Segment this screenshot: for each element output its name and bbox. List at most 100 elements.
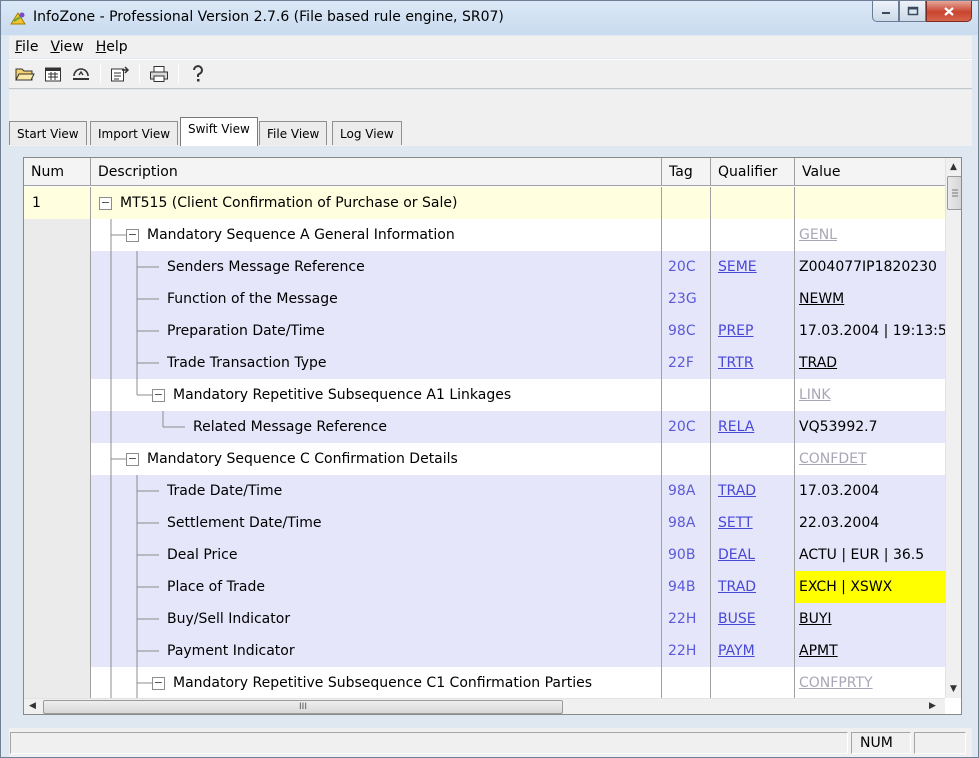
qualifier-link[interactable]: TRTR — [718, 355, 754, 371]
horizontal-scrollbar[interactable]: ◀ III ▶ — [24, 698, 945, 714]
row-value-cell[interactable] — [795, 187, 945, 219]
collapse-toggle-icon[interactable]: − — [99, 197, 112, 210]
maximize-button[interactable] — [899, 1, 926, 22]
scroll-down-arrow-icon[interactable]: ▼ — [950, 684, 957, 694]
table-row[interactable]: Payment Indicator 22H PAYM APMT — [24, 635, 945, 667]
row-value-cell[interactable]: Z004077IP1820230 — [795, 251, 945, 283]
row-description-text: Trade Transaction Type — [167, 355, 327, 371]
row-value-text: ACTU | EUR | 36.5 — [799, 547, 925, 563]
row-num-cell — [24, 667, 91, 699]
qualifier-link[interactable]: TRAD — [718, 579, 756, 595]
row-value-cell[interactable]: LINK — [795, 379, 945, 411]
title-bar[interactable]: InfoZone - Professional Version 2.7.6 (F… — [1, 1, 978, 35]
table-row[interactable]: 1− MT515 (Client Confirmation of Purchase… — [24, 187, 945, 219]
qualifier-link[interactable]: SETT — [718, 515, 753, 531]
qualifier-link[interactable]: DEAL — [718, 547, 755, 563]
row-value-cell[interactable]: 17.03.2004 | 19:13:55 — [795, 315, 945, 347]
table-row[interactable]: Trade Date/Time 98A TRAD 17.03.2004 — [24, 475, 945, 507]
print-icon[interactable] — [148, 63, 170, 85]
row-value-cell[interactable]: GENL — [795, 219, 945, 251]
tab-log-view[interactable]: Log View — [332, 121, 402, 145]
collapse-toggle-icon[interactable]: − — [126, 453, 139, 466]
row-description-cell: − MT515 (Client Confirmation of Purchase … — [91, 187, 662, 219]
menu-file[interactable]: File — [11, 39, 46, 55]
column-header-num[interactable]: Num — [24, 158, 91, 186]
row-value-cell[interactable]: VQ53992.7 — [795, 411, 945, 443]
table-row[interactable]: Place of Trade 94B TRAD EXCH | XSWX — [24, 571, 945, 603]
row-description-text: Place of Trade — [167, 579, 265, 595]
row-value-cell[interactable]: TRAD — [795, 347, 945, 379]
open-folder-icon[interactable] — [14, 63, 36, 85]
qualifier-link[interactable]: SEME — [718, 259, 757, 275]
row-qualifier-cell: SEME — [711, 251, 795, 283]
tab-file-view[interactable]: File View — [259, 121, 328, 145]
export-icon[interactable] — [109, 63, 131, 85]
table-row[interactable]: − Mandatory Repetitive Subsequence C1 Con… — [24, 667, 945, 699]
table-row[interactable]: − Mandatory Repetitive Subsequence A1 Lin… — [24, 379, 945, 411]
row-num-cell — [24, 571, 91, 603]
connect-icon[interactable] — [70, 63, 92, 85]
scroll-up-arrow-icon[interactable]: ▲ — [950, 162, 957, 172]
qualifier-link[interactable]: BUSE — [718, 611, 756, 627]
column-header-qualifier[interactable]: Qualifier — [711, 158, 795, 186]
row-value-cell[interactable]: CONFPRTY — [795, 667, 945, 699]
row-description-cell: Trade Date/Time — [91, 475, 662, 507]
table-row[interactable]: Senders Message Reference 20C SEME Z004077I… — [24, 251, 945, 283]
grid-header: Num Description Tag Qualifier Value — [24, 158, 945, 186]
row-tag-cell: 94B — [662, 571, 711, 603]
minimize-button[interactable] — [872, 1, 899, 22]
collapse-toggle-icon[interactable]: − — [152, 677, 165, 690]
help-icon[interactable] — [187, 63, 209, 85]
table-row[interactable]: − Mandatory Sequence A General Informatio… — [24, 219, 945, 251]
close-button[interactable] — [926, 1, 972, 22]
qualifier-link[interactable]: PAYM — [718, 643, 755, 659]
calendar-icon[interactable] — [42, 63, 64, 85]
row-value-cell[interactable]: CONFDET — [795, 443, 945, 475]
tab-swift-view[interactable]: Swift View — [180, 117, 258, 146]
vertical-scrollbar[interactable]: ▲ ▼ — [945, 158, 961, 698]
scroll-right-arrow-icon[interactable]: ▶ — [929, 701, 936, 711]
horizontal-scroll-thumb[interactable]: III — [43, 700, 563, 714]
row-value-text: EXCH | XSWX — [799, 579, 893, 595]
menu-help[interactable]: Help — [92, 39, 136, 55]
row-qualifier-cell: PREP — [711, 315, 795, 347]
row-value-cell[interactable]: ACTU | EUR | 36.5 — [795, 539, 945, 571]
column-header-tag[interactable]: Tag — [662, 158, 711, 186]
row-tag-cell: 22H — [662, 603, 711, 635]
table-row[interactable]: Preparation Date/Time 98C PREP 17.03.2004 |… — [24, 315, 945, 347]
row-num-cell — [24, 475, 91, 507]
tab-start-view[interactable]: Start View — [9, 121, 87, 145]
row-value-cell[interactable]: 22.03.2004 — [795, 507, 945, 539]
row-qualifier-cell: BUSE — [711, 603, 795, 635]
row-description-text: Payment Indicator — [167, 643, 295, 659]
row-value-cell[interactable]: APMT — [795, 635, 945, 667]
row-num-cell — [24, 219, 91, 251]
column-header-value[interactable]: Value — [795, 158, 945, 186]
column-header-description[interactable]: Description — [91, 158, 662, 186]
row-description-cell: Settlement Date/Time — [91, 507, 662, 539]
table-row[interactable]: Related Message Reference 20C RELA VQ53992.… — [24, 411, 945, 443]
menu-view[interactable]: View — [46, 39, 91, 55]
tab-import-view[interactable]: Import View — [90, 121, 179, 145]
row-description-cell: − Mandatory Repetitive Subsequence A1 Lin… — [91, 379, 662, 411]
qualifier-link[interactable]: TRAD — [718, 483, 756, 499]
row-value-cell[interactable]: BUYI — [795, 603, 945, 635]
row-value-cell[interactable]: NEWM — [795, 283, 945, 315]
qualifier-link[interactable]: PREP — [718, 323, 753, 339]
table-row[interactable]: Buy/Sell Indicator 22H BUSE BUYI — [24, 603, 945, 635]
table-row[interactable]: Function of the Message 23G NEWM — [24, 283, 945, 315]
scroll-left-arrow-icon[interactable]: ◀ — [29, 701, 36, 711]
row-value-cell[interactable]: 17.03.2004 — [795, 475, 945, 507]
row-value-cell[interactable]: EXCH | XSWX — [795, 571, 945, 603]
table-row[interactable]: − Mandatory Sequence C Confirmation Detai… — [24, 443, 945, 475]
row-num-cell — [24, 251, 91, 283]
table-row[interactable]: Deal Price 90B DEAL ACTU | EUR | 36.5 — [24, 539, 945, 571]
table-row[interactable]: Settlement Date/Time 98A SETT 22.03.2004 — [24, 507, 945, 539]
collapse-toggle-icon[interactable]: − — [152, 389, 165, 402]
qualifier-link[interactable]: RELA — [718, 419, 754, 435]
vertical-scroll-thumb[interactable] — [947, 176, 961, 210]
grip-icon — [952, 189, 958, 197]
collapse-toggle-icon[interactable]: − — [126, 229, 139, 242]
row-num-cell — [24, 411, 91, 443]
table-row[interactable]: Trade Transaction Type 22F TRTR TRAD — [24, 347, 945, 379]
